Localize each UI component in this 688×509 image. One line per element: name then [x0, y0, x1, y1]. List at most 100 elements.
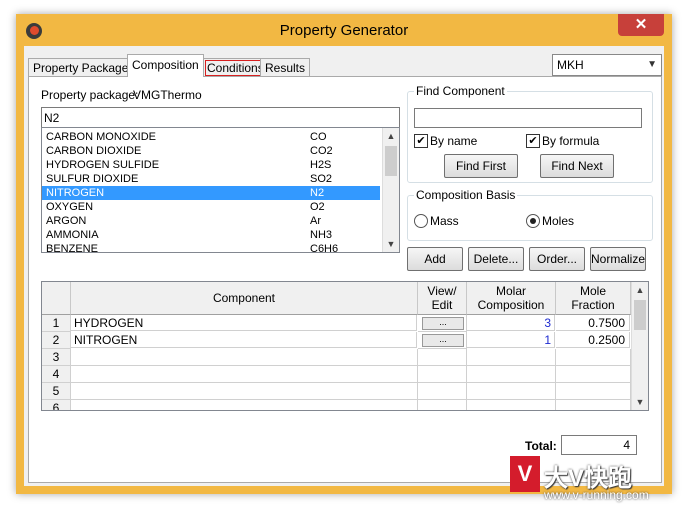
scroll-down-icon[interactable]: ▼: [383, 236, 399, 252]
row-view-cell: [418, 400, 467, 410]
list-item[interactable]: CARBON MONOXIDE CO: [42, 130, 380, 144]
row-component[interactable]: [71, 366, 418, 383]
grid-header-fraction: Mole Fraction: [556, 282, 631, 315]
package-combo-value: MKH: [557, 58, 584, 72]
row-number: 4: [42, 366, 71, 383]
package-combo[interactable]: MKH ▼: [552, 54, 662, 76]
row-view-cell: [418, 349, 467, 366]
watermark-url: www.v-running.com: [544, 488, 649, 502]
watermark: V 大V快跑 www.v-running.com: [500, 454, 685, 506]
composition-basis-title: Composition Basis: [414, 188, 518, 202]
add-button[interactable]: Add: [407, 247, 463, 271]
grid-header-molar: Molar Composition: [467, 282, 556, 315]
list-item[interactable]: CARBON DIOXIDE CO2: [42, 144, 380, 158]
row-component[interactable]: NITROGEN: [71, 332, 417, 348]
row-fraction: [556, 349, 631, 366]
find-component-group: Find Component ✔ By name ✔ By formula Fi…: [407, 84, 653, 183]
normalize-button[interactable]: Normalize: [590, 247, 646, 271]
list-item-selected[interactable]: NITROGEN N2: [42, 186, 380, 200]
table-row[interactable]: 5: [42, 383, 632, 400]
row-fraction: [556, 366, 631, 383]
scroll-up-icon[interactable]: ▲: [632, 282, 648, 298]
by-formula-label: By formula: [542, 134, 600, 148]
scroll-down-icon[interactable]: ▼: [632, 394, 648, 410]
component-search-input[interactable]: N2: [41, 107, 400, 129]
window-title: Property Generator: [279, 22, 409, 39]
by-name-checkbox[interactable]: ✔: [414, 134, 428, 148]
row-number: 6: [42, 400, 71, 410]
list-item[interactable]: ARGON Ar: [42, 214, 380, 228]
composition-grid: Component View/ Edit Molar Composition M…: [41, 281, 649, 411]
row-number: 3: [42, 349, 71, 366]
mass-radio[interactable]: [414, 214, 428, 228]
composition-panel: Property package: VMGThermo N2 CARBON MO…: [28, 76, 662, 483]
total-label: Total:: [525, 439, 557, 453]
tab-results[interactable]: Results: [260, 58, 311, 77]
row-view-cell: [418, 366, 467, 383]
row-view-cell: ...: [418, 315, 467, 332]
window-client: Property Package Composition Conditions …: [24, 46, 664, 486]
property-package-value: VMGThermo: [133, 88, 202, 102]
total-field: 4: [561, 435, 637, 455]
delete-button[interactable]: Delete...: [468, 247, 524, 271]
moles-radio[interactable]: [526, 214, 540, 228]
row-molar[interactable]: [467, 383, 556, 400]
table-row[interactable]: 1 HYDROGEN ... 3 0.7500: [42, 315, 632, 332]
list-item[interactable]: SULFUR DIOXIDE SO2: [42, 172, 380, 186]
row-view-cell: ...: [418, 332, 467, 349]
table-row[interactable]: 6: [42, 400, 632, 410]
property-package-label: Property package:: [41, 88, 139, 102]
view-edit-button[interactable]: ...: [422, 334, 464, 347]
by-formula-checkbox[interactable]: ✔: [526, 134, 540, 148]
find-component-input[interactable]: [414, 108, 642, 128]
row-component[interactable]: [71, 400, 418, 410]
row-molar[interactable]: 3: [467, 315, 555, 331]
row-molar[interactable]: 1: [467, 332, 555, 348]
table-row[interactable]: 2 NITROGEN ... 1 0.2500: [42, 332, 632, 349]
grid-header-view-edit: View/ Edit: [418, 282, 467, 315]
row-fraction: 0.2500: [556, 332, 630, 348]
scroll-thumb[interactable]: [385, 146, 397, 176]
row-molar[interactable]: [467, 349, 556, 366]
table-row[interactable]: 4: [42, 366, 632, 383]
find-component-title: Find Component: [414, 84, 507, 98]
by-name-label: By name: [430, 134, 478, 148]
watermark-logo: V: [510, 456, 540, 492]
view-edit-button[interactable]: ...: [422, 317, 464, 330]
row-component[interactable]: [71, 349, 418, 366]
list-item[interactable]: OXYGEN O2: [42, 200, 380, 214]
composition-basis-group: Composition Basis Mass Moles: [407, 188, 653, 241]
find-first-button[interactable]: Find First: [444, 154, 518, 178]
row-number: 2: [42, 332, 71, 349]
row-view-cell: [418, 383, 467, 400]
list-item[interactable]: AMMONIA NH3: [42, 228, 380, 242]
list-item[interactable]: BENZENE C6H6: [42, 242, 380, 252]
row-component[interactable]: [71, 383, 418, 400]
scroll-thumb[interactable]: [634, 300, 646, 330]
row-fraction: [556, 383, 631, 400]
component-list[interactable]: CARBON MONOXIDE CO CARBON DIOXIDE CO2 HYDR…: [41, 127, 400, 253]
row-number: 1: [42, 315, 71, 332]
order-button[interactable]: Order...: [529, 247, 585, 271]
mass-label: Mass: [430, 214, 459, 228]
list-item[interactable]: HYDROGEN SULFIDE H2S: [42, 158, 380, 172]
grid-header-component: Component: [71, 282, 418, 315]
row-component[interactable]: HYDROGEN: [71, 315, 417, 331]
property-generator-window: Property Generator ✕ Property Package Co…: [16, 14, 672, 494]
list-scrollbar[interactable]: ▲ ▼: [382, 128, 399, 252]
scroll-up-icon[interactable]: ▲: [383, 128, 399, 144]
table-row[interactable]: 3: [42, 349, 632, 366]
grid-scrollbar[interactable]: ▲ ▼: [631, 282, 648, 410]
chevron-down-icon: ▼: [647, 59, 657, 70]
row-number: 5: [42, 383, 71, 400]
grid-corner: [42, 282, 71, 315]
title-bar[interactable]: Property Generator ✕: [16, 14, 672, 46]
tab-composition[interactable]: Composition: [127, 54, 204, 77]
tab-property-package[interactable]: Property Package: [28, 58, 134, 77]
row-fraction: [556, 400, 631, 410]
row-molar[interactable]: [467, 400, 556, 410]
row-molar[interactable]: [467, 366, 556, 383]
close-button[interactable]: ✕: [618, 14, 664, 36]
find-next-button[interactable]: Find Next: [540, 154, 614, 178]
row-fraction: 0.7500: [556, 315, 630, 331]
